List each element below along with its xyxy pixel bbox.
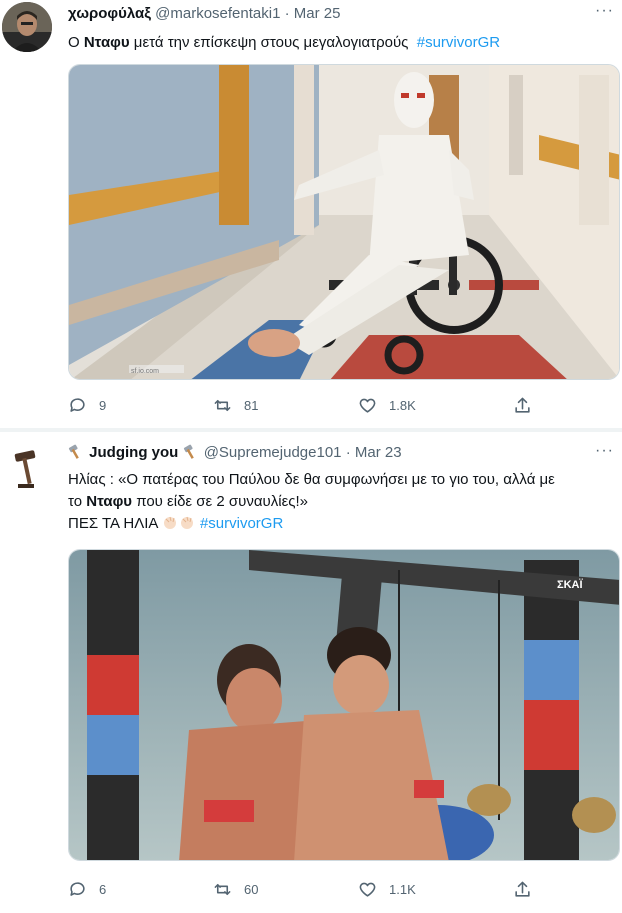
- clap-icon: [179, 515, 196, 530]
- tweet-2[interactable]: Judging you @Supremejudge101 · Mar 23 ··…: [0, 432, 622, 913]
- reply-button[interactable]: 9: [68, 394, 106, 416]
- tweet-actions: 9 81 1.8K: [68, 394, 548, 416]
- display-name[interactable]: Judging you: [89, 444, 178, 461]
- retweet-count: 81: [244, 397, 259, 413]
- user-handle[interactable]: @markosefentaki1: [155, 5, 280, 22]
- tweet-text-bold: Νταφυ: [83, 34, 130, 51]
- tweet-text-bold: Νταφυ: [86, 493, 133, 510]
- tweet-date[interactable]: Mar 25: [294, 5, 341, 22]
- more-options-icon[interactable]: ···: [595, 2, 614, 20]
- tweet-date[interactable]: Mar 23: [355, 444, 402, 461]
- reply-count: 9: [99, 397, 107, 413]
- share-button[interactable]: [513, 878, 544, 900]
- reply-icon: [70, 881, 85, 896]
- tweet-text-part: Ηλίας : «Ο πατέρας του Παύλου δε θα συμφ…: [68, 471, 555, 488]
- tweet-header: Judging you @Supremejudge101 · Mar 23: [68, 443, 402, 463]
- tweet-text-line-3: ΠΕΣ ΤΑ ΗΛΙΑ #survivorGR: [68, 513, 620, 534]
- like-icon: [359, 398, 376, 413]
- tweet-text-line-1: Ηλίας : «Ο πατέρας του Παύλου δε θα συμφ…: [68, 469, 620, 490]
- separator-dot: ·: [284, 5, 290, 22]
- tweet-text-part: Ο: [68, 34, 84, 51]
- tweet-text: Ο Νταφυ μετά την επίσκεψη στους μεγαλογι…: [68, 32, 620, 53]
- avatar[interactable]: [2, 2, 52, 52]
- retweet-button[interactable]: 60: [213, 878, 258, 900]
- retweet-icon: [214, 399, 231, 411]
- tweet-image-survivor[interactable]: ΣΚΑΪ: [68, 549, 620, 861]
- reply-count: 6: [99, 881, 107, 897]
- retweet-count: 60: [244, 881, 259, 897]
- more-options-icon[interactable]: ···: [595, 442, 614, 460]
- clap-icon: [162, 515, 179, 530]
- tweet-text-line-2: το Νταφυ που είδε σε 2 συναυλίες!»: [68, 491, 620, 512]
- like-count: 1.8K: [389, 397, 416, 413]
- tweet-actions: 6 60 1.1K: [68, 878, 548, 900]
- like-count: 1.1K: [389, 881, 416, 897]
- retweet-button[interactable]: 81: [213, 394, 258, 416]
- hashtag-link[interactable]: #survivorGR: [417, 34, 500, 51]
- display-name[interactable]: χωροφύλαξ: [68, 5, 151, 22]
- like-icon: [359, 882, 376, 897]
- channel-logo: ΣΚΑΪ: [557, 578, 583, 591]
- like-button[interactable]: 1.1K: [358, 878, 416, 900]
- share-icon: [515, 881, 530, 897]
- tweet-header: χωροφύλαξ @markosefentaki1 · Mar 25: [68, 4, 340, 24]
- separator-dot: ·: [345, 444, 351, 461]
- tweet-text-part: ΠΕΣ ΤΑ ΗΛΙΑ: [68, 515, 158, 532]
- tweet-text-part: μετά την επίσκεψη στους μεγαλογιατρούς: [129, 34, 417, 51]
- tweet-image-wheelchair[interactable]: sf.io.com: [68, 64, 620, 380]
- retweet-icon: [214, 883, 231, 895]
- tweet-text-part: που είδε σε 2 συναυλίες!»: [132, 493, 308, 510]
- image-watermark: sf.io.com: [131, 368, 159, 375]
- hammer-icon: [68, 444, 85, 459]
- hammer-icon: [183, 444, 200, 459]
- hashtag-link[interactable]: #survivorGR: [200, 515, 283, 532]
- tweet-text-part: το: [68, 493, 87, 510]
- reply-button[interactable]: 6: [68, 878, 106, 900]
- tweet-1[interactable]: χωροφύλαξ @markosefentaki1 · Mar 25 ··· …: [0, 0, 622, 428]
- user-handle[interactable]: @Supremejudge101: [204, 444, 342, 461]
- gavel-avatar[interactable]: [2, 442, 52, 492]
- reply-icon: [70, 397, 85, 412]
- like-button[interactable]: 1.8K: [358, 394, 416, 416]
- share-icon: [515, 397, 530, 413]
- share-button[interactable]: [513, 394, 544, 416]
